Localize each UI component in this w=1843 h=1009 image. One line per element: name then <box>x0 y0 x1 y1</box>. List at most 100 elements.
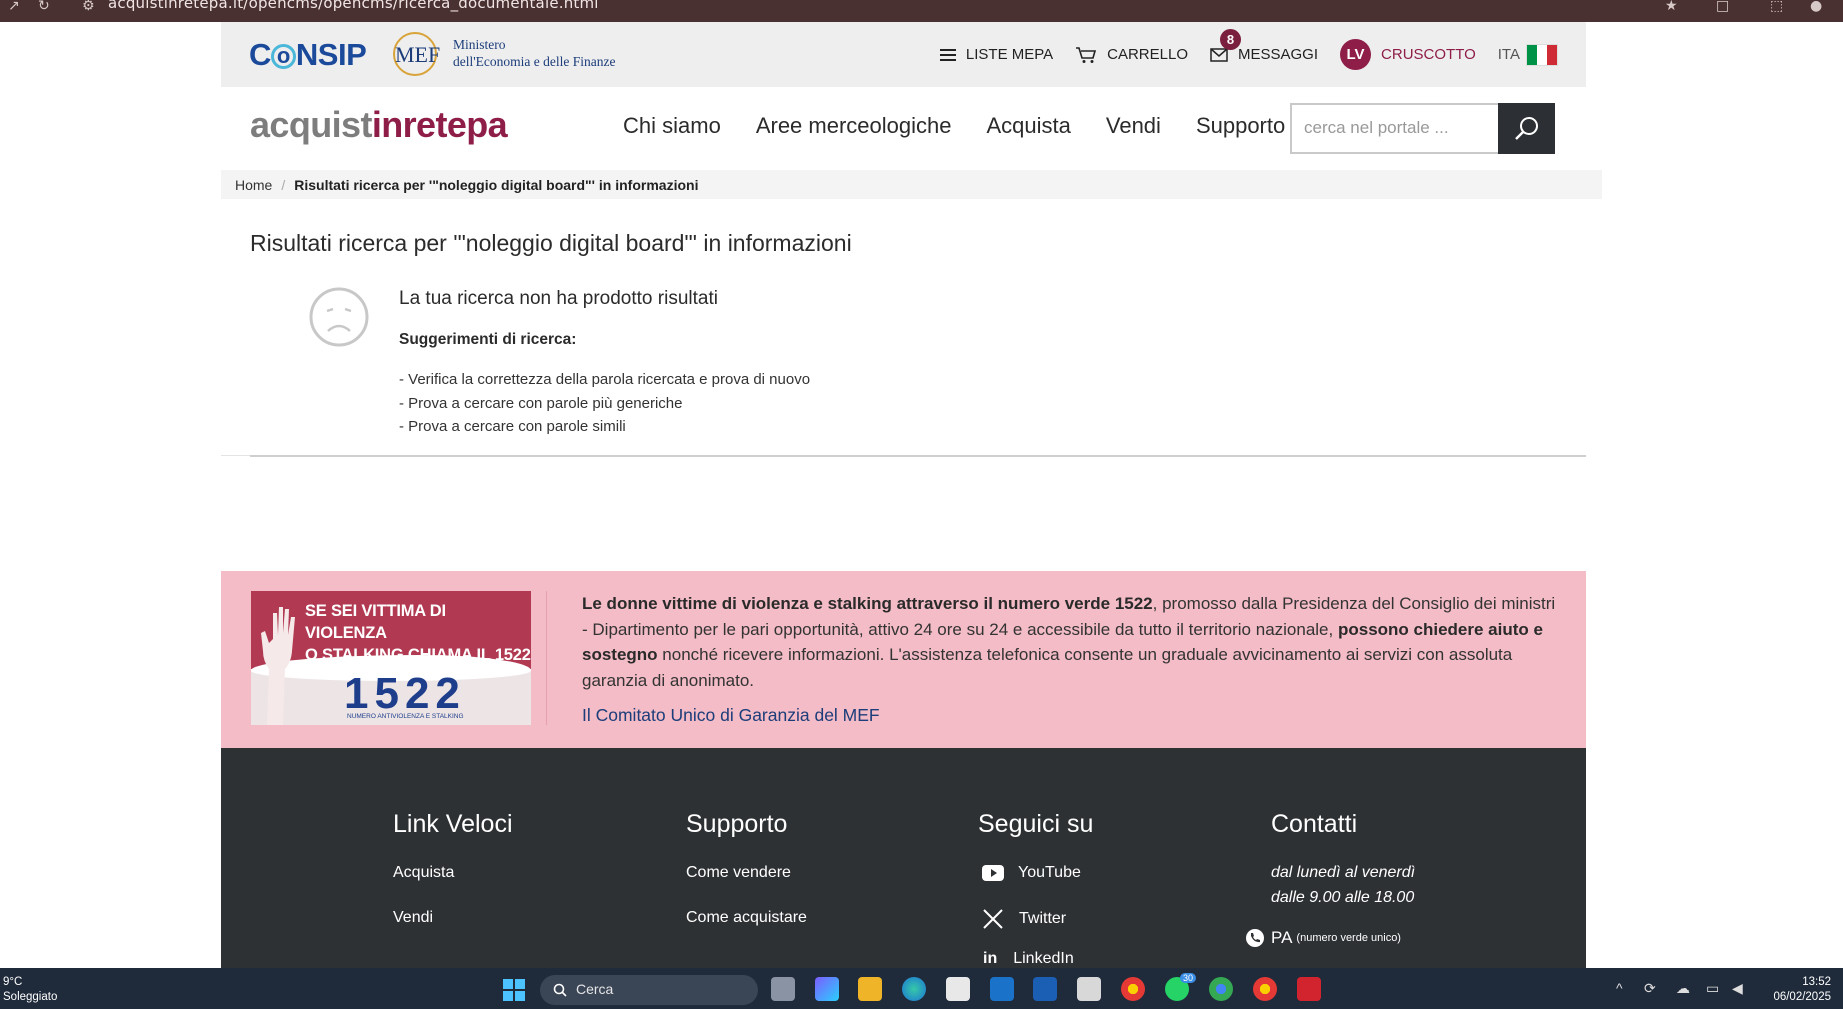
banner-1522-image[interactable]: SE SEI VITTIMA DI VIOLENZA O STALKING CH… <box>251 591 531 725</box>
mef-text: Ministero dell'Economia e delle Finanze <box>453 37 616 69</box>
app-icon[interactable] <box>1077 977 1101 1001</box>
messaggi-link[interactable]: 8 MESSAGGI <box>1210 29 1318 63</box>
service-bar: Co NSIP MEF Ministero dell'Economia e del… <box>221 22 1586 87</box>
messages-count-badge: 8 <box>1220 29 1241 50</box>
nav-supporto[interactable]: Supporto <box>1196 113 1285 139</box>
acrobat-icon[interactable] <box>1297 977 1321 1001</box>
nav-vendi[interactable]: Vendi <box>1106 113 1161 139</box>
sad-face-icon <box>309 287 369 347</box>
footer-heading: Seguici su <box>978 810 1094 838</box>
address-bar[interactable]: acquistinretepa.it/opencms/opencms/ricer… <box>108 0 599 12</box>
liste-mepa-link[interactable]: LISTE MEPA <box>939 46 1053 63</box>
banner-image-text: SE SEI VITTIMA DI VIOLENZA O STALKING CH… <box>305 602 531 664</box>
chrome-profile-2-icon[interactable] <box>1253 977 1277 1001</box>
envelope-icon <box>1210 47 1228 62</box>
nav-chi-siamo[interactable]: Chi siamo <box>623 113 721 139</box>
file-explorer-icon[interactable] <box>858 977 882 1001</box>
footer-heading: Supporto <box>686 810 788 838</box>
mef-logo[interactable]: MEF <box>389 30 445 78</box>
antiviolence-banner: SE SEI VITTIMA DI VIOLENZA O STALKING CH… <box>221 571 1586 748</box>
suggestions-heading: Suggerimenti di ricerca: <box>399 331 577 348</box>
footer-link-come-acquistare[interactable]: Come acquistare <box>686 909 807 927</box>
no-results-message: La tua ricerca non ha prodotto risultati <box>399 288 718 309</box>
whatsapp-badge: 30 <box>1180 973 1197 983</box>
footer-link-youtube[interactable]: YouTube <box>978 864 1081 882</box>
search-icon <box>553 983 567 997</box>
raised-hand-icon <box>261 607 295 725</box>
footer-col-seguici: Seguici su YouTube Twitter in LinkedIn <box>978 810 1094 967</box>
sync-icon[interactable]: ⟳ <box>1644 980 1656 997</box>
footer-link-twitter[interactable]: Twitter <box>978 909 1066 929</box>
back-icon[interactable]: ↗ <box>8 0 20 14</box>
footer-col-supporto: Supporto Come vendere Come acquistare <box>686 810 807 926</box>
footer-link-linkedin[interactable]: in LinkedIn <box>978 950 1074 968</box>
onedrive-icon[interactable]: ☁ <box>1676 980 1690 997</box>
list-item: - Verifica la correttezza della parola r… <box>399 371 811 388</box>
bookmark-star-icon[interactable]: ★ <box>1665 0 1678 14</box>
breadcrumb-current: Risultati ricerca per '"noleggio digital… <box>294 177 699 193</box>
svg-text:MEF: MEF <box>395 42 440 67</box>
outlook-alert-icon[interactable] <box>1033 977 1057 1001</box>
profile-icon[interactable]: ● <box>1810 0 1822 14</box>
divider <box>250 455 1586 457</box>
system-clock[interactable]: 13:52 06/02/2025 <box>1773 975 1831 1005</box>
language-selector[interactable]: ITA <box>1498 43 1558 66</box>
breadcrumb: Home / Risultati ricerca per '"noleggio di… <box>221 170 1602 199</box>
cart-icon <box>1076 46 1097 63</box>
youtube-icon <box>982 865 1004 881</box>
downloads-icon[interactable]: ⬚ <box>1770 0 1783 14</box>
contact-pa: PA (numero verde unico) <box>1245 928 1401 948</box>
banner-image-subtitle: NUMERO ANTIVIOLENZA E STALKING <box>347 713 464 720</box>
chrome-profile-icon[interactable] <box>1209 977 1233 1001</box>
m365-icon[interactable] <box>815 977 839 1001</box>
list-item: - Prova a cercare con parole simili <box>399 418 626 435</box>
store-icon[interactable] <box>946 977 970 1001</box>
volume-icon[interactable]: ◀ <box>1732 980 1743 997</box>
reload-icon[interactable]: ↻ <box>38 0 50 14</box>
menu-icon <box>939 48 956 61</box>
footer-heading: Contatti <box>1271 810 1358 838</box>
footer-link-come-vendere[interactable]: Come vendere <box>686 864 791 882</box>
windows-start-icon[interactable] <box>503 979 525 1001</box>
edge-icon[interactable] <box>902 977 926 1001</box>
tray-chevron-icon[interactable]: ^ <box>1616 980 1623 996</box>
footer-heading: Link Veloci <box>393 810 513 838</box>
phone-icon <box>1246 929 1264 947</box>
taskbar-search[interactable]: Cerca <box>540 975 758 1005</box>
banner-image-number: 1522 <box>344 669 466 718</box>
breadcrumb-home[interactable]: Home <box>235 177 272 193</box>
banner-separator <box>546 591 547 725</box>
acquistinretepa-logo[interactable]: acquistinretepa <box>250 104 508 146</box>
network-icon[interactable]: ▭ <box>1706 980 1719 997</box>
carrello-link[interactable]: CARRELLO <box>1075 46 1188 64</box>
browser-chrome: ↗ ↻ ⚙ acquistinretepa.it/opencms/opencms… <box>0 0 1843 22</box>
italy-flag-icon <box>1526 43 1558 66</box>
consip-logo[interactable]: Co NSIP <box>249 37 367 73</box>
chrome-icon[interactable] <box>1121 977 1145 1001</box>
nav-aree-merceologiche[interactable]: Aree merceologiche <box>756 113 952 139</box>
site-info-icon[interactable]: ⚙ <box>82 0 95 14</box>
suggestions-list: - Verifica la correttezza della parola r… <box>399 368 810 439</box>
search-icon <box>1514 116 1538 140</box>
nav-acquista[interactable]: Acquista <box>986 113 1070 139</box>
os-taskbar: 9°C Soleggiato Cerca 30 ^ ⟳ ☁ ▭ ◀ 13:52 … <box>0 968 1843 1009</box>
service-nav: LISTE MEPA CARRELLO 8 MESSAGGI LV CRUSCO… <box>918 22 1558 87</box>
extensions-icon[interactable]: □ <box>1716 0 1729 14</box>
x-twitter-icon <box>983 909 1003 929</box>
banner-text: Le donne vittime di violenza e stalking … <box>582 594 1556 690</box>
footer-col-contatti: Contatti dal lunedì al venerdì dalle 9.0… <box>1246 810 1415 947</box>
footer: Link Veloci Acquista Vendi Supporto Come… <box>221 748 1586 968</box>
footer-link-acquista[interactable]: Acquista <box>393 864 454 882</box>
search-button[interactable] <box>1498 103 1555 154</box>
task-view-icon[interactable] <box>771 977 795 1001</box>
user-avatar: LV <box>1340 39 1372 70</box>
outlook-icon[interactable] <box>990 977 1014 1001</box>
portal-search-input[interactable]: cerca nel portale ... <box>1290 103 1498 154</box>
weather-widget[interactable]: 9°C Soleggiato <box>3 975 57 1005</box>
cruscotto-link[interactable]: LV CRUSCOTTO <box>1340 39 1476 70</box>
list-item: - Prova a cercare con parole più generic… <box>399 394 683 412</box>
cug-mef-link[interactable]: Il Comitato Unico di Garanzia del MEF <box>582 705 880 726</box>
footer-link-vendi[interactable]: Vendi <box>393 909 433 927</box>
divider <box>221 455 250 456</box>
page-title: Risultati ricerca per '"noleggio digital… <box>250 230 852 256</box>
